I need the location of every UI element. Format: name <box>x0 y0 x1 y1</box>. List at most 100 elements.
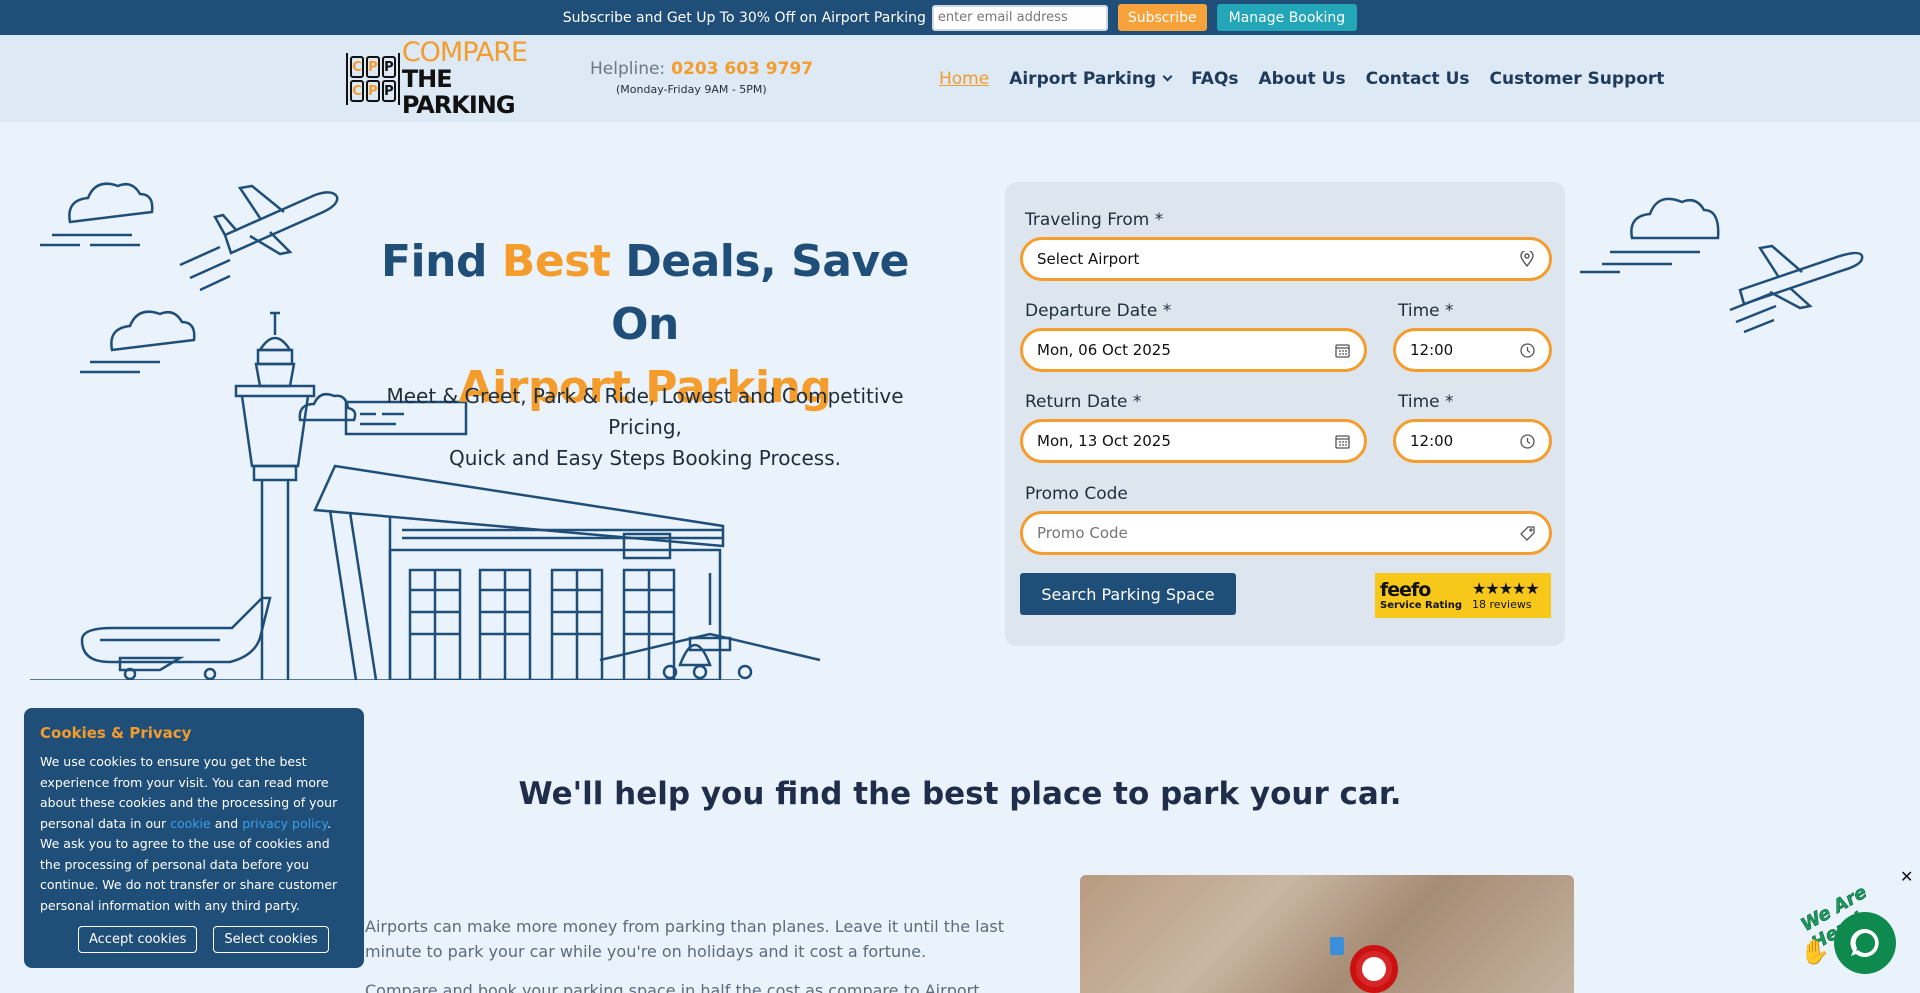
airplane-icon <box>80 596 272 680</box>
logo-cell: P <box>381 56 396 78</box>
departure-date-input[interactable]: Mon, 06 Oct 2025 <box>1020 328 1367 372</box>
right-decor-illustration <box>1580 197 1864 334</box>
traveling-from-label: Traveling From * <box>1025 210 1164 230</box>
chat-bubble-icon <box>1850 928 1879 957</box>
helpline-row: Helpline: 0203 603 9797 <box>590 59 813 79</box>
logo-cell: C <box>350 80 364 102</box>
logo-line-1: COMPARE <box>401 37 528 68</box>
hero-title-part1: Find <box>381 236 502 287</box>
departure-date-label: Departure Date * <box>1025 301 1172 321</box>
tag-icon <box>1519 525 1535 541</box>
return-date-label: Return Date * <box>1025 392 1142 412</box>
departure-time-label: Time * <box>1398 301 1454 321</box>
site-header: C P P C P P COMPARE THE PARKING Helpline… <box>0 35 1920 122</box>
terminal-windows <box>408 568 676 680</box>
hero-subtitle: Meet & Greet, Park & Ride, Lowest and Co… <box>360 381 930 474</box>
waving-hand-icon: ✋ <box>1800 938 1830 966</box>
return-time-value: 12:00 <box>1410 432 1454 450</box>
subscribe-email-input[interactable] <box>931 4 1108 31</box>
nav-airport-parking-label: Airport Parking <box>1009 69 1157 89</box>
logo-cell: P <box>365 80 380 102</box>
airport-select[interactable]: Select Airport <box>1020 237 1552 281</box>
cloud-icon <box>1580 197 1720 274</box>
clock-icon <box>1519 433 1535 449</box>
nav-airport-parking[interactable]: Airport Parking <box>1009 69 1173 89</box>
return-time-label: Time * <box>1398 392 1454 412</box>
map-pin-center <box>1362 957 1386 981</box>
return-time-input[interactable]: 12:00 <box>1393 419 1552 463</box>
location-pin-icon <box>1519 251 1535 267</box>
parking-photo <box>1080 875 1574 993</box>
select-cookies-button[interactable]: Select cookies <box>213 926 329 953</box>
section-paragraph-2: Compare and book your parking space in h… <box>365 981 980 993</box>
map-pin-icon <box>1350 945 1398 993</box>
hero-title-highlight: Best <box>501 236 611 287</box>
feefo-right: ★★★★★ 18 reviews <box>1472 579 1540 612</box>
logo-cell: P <box>381 80 396 102</box>
cookie-title: Cookies & Privacy <box>40 724 192 742</box>
promo-code-label: Promo Code <box>1025 484 1128 504</box>
manage-booking-button[interactable]: Manage Booking <box>1216 4 1358 31</box>
cookie-policy-link[interactable]: cookie <box>170 816 211 831</box>
nav-home[interactable]: Home <box>939 69 989 89</box>
star-rating-icon: ★★★★★ <box>1472 579 1540 598</box>
feefo-left: feefo Service Rating <box>1380 580 1462 611</box>
search-parking-button[interactable]: Search Parking Space <box>1020 573 1236 615</box>
feefo-logo: feefo <box>1380 579 1431 601</box>
departure-date-value: Mon, 06 Oct 2025 <box>1037 341 1171 359</box>
promo-bar: Subscribe and Get Up To 30% Off on Airpo… <box>0 0 1920 35</box>
subscribe-button[interactable]: Subscribe <box>1117 4 1207 31</box>
nav-home-label: Home <box>939 69 990 89</box>
nav-contact-us[interactable]: Contact Us <box>1366 69 1470 89</box>
logo-cell: P <box>365 56 380 78</box>
cookie-body: We use cookies to ensure you get the bes… <box>40 752 348 916</box>
return-date-input[interactable]: Mon, 13 Oct 2025 <box>1020 419 1367 463</box>
promo-code-field[interactable] <box>1020 511 1552 555</box>
booking-form-panel: Traveling From * Select Airport Departur… <box>1005 182 1565 646</box>
helpline: Helpline: 0203 603 9797 (Monday-Friday 9A… <box>590 59 813 96</box>
airport-select-value: Select Airport <box>1037 250 1140 268</box>
cookie-banner: Cookies & Privacy We use cookies to ensu… <box>24 708 364 968</box>
hero-title-part3: Deals, Save On <box>610 236 909 350</box>
nav-support-label: Customer Support <box>1489 69 1665 89</box>
departure-time-value: 12:00 <box>1410 341 1454 359</box>
cloud-icon <box>80 310 196 374</box>
calendar-icon <box>1334 433 1350 449</box>
site-logo[interactable]: C P P C P P COMPARE THE PARKING <box>346 39 546 118</box>
calendar-icon <box>1334 342 1350 358</box>
airplane-icon <box>179 184 339 292</box>
logo-mark-icon: C P P C P P <box>346 53 400 105</box>
cloud-icon <box>40 182 154 247</box>
feefo-review-count: 18 reviews <box>1472 598 1532 611</box>
section-paragraph-1: Airports can make more money from parkin… <box>365 917 1004 961</box>
accept-cookies-button[interactable]: Accept cookies <box>78 926 198 953</box>
promo-text: Subscribe and Get Up To 30% Off on Airpo… <box>562 9 926 26</box>
return-date-value: Mon, 13 Oct 2025 <box>1037 432 1171 450</box>
cookie-body-and: and <box>210 815 243 831</box>
privacy-policy-link[interactable]: privacy policy <box>242 816 327 831</box>
hero-subtitle-line1: Meet & Greet, Park & Ride, Lowest and Co… <box>386 384 904 439</box>
nav-faqs[interactable]: FAQs <box>1191 69 1238 89</box>
nav-faqs-label: FAQs <box>1191 69 1239 89</box>
logo-text: COMPARE THE PARKING <box>401 37 546 119</box>
chat-button[interactable] <box>1834 912 1896 974</box>
logo-line-2: THE PARKING <box>401 65 516 119</box>
main-nav: Home Airport Parking FAQs About Us Conta… <box>939 69 1664 89</box>
clock-icon <box>1519 342 1535 358</box>
nav-about-label: About Us <box>1258 69 1346 89</box>
helpline-label: Helpline: <box>590 59 666 79</box>
promo-code-input[interactable] <box>1037 524 1461 542</box>
feefo-service-label: Service Rating <box>1380 600 1462 611</box>
logo-cell: C <box>350 56 364 78</box>
chevron-down-icon <box>1162 71 1173 82</box>
parking-flag-icon <box>1330 937 1344 955</box>
cookie-buttons: Accept cookies Select cookies <box>78 926 329 953</box>
nav-customer-support[interactable]: Customer Support <box>1490 69 1665 89</box>
nav-contact-label: Contact Us <box>1365 69 1470 89</box>
nav-about-us[interactable]: About Us <box>1259 69 1346 89</box>
feefo-rating-badge[interactable]: feefo Service Rating ★★★★★ 18 reviews <box>1375 573 1551 618</box>
hero-subtitle-line2: Quick and Easy Steps Booking Process. <box>448 446 841 470</box>
departure-time-input[interactable]: 12:00 <box>1393 328 1552 372</box>
helpline-number[interactable]: 0203 603 9797 <box>671 59 813 79</box>
helpline-hours: (Monday-Friday 9AM - 5PM) <box>616 83 767 96</box>
